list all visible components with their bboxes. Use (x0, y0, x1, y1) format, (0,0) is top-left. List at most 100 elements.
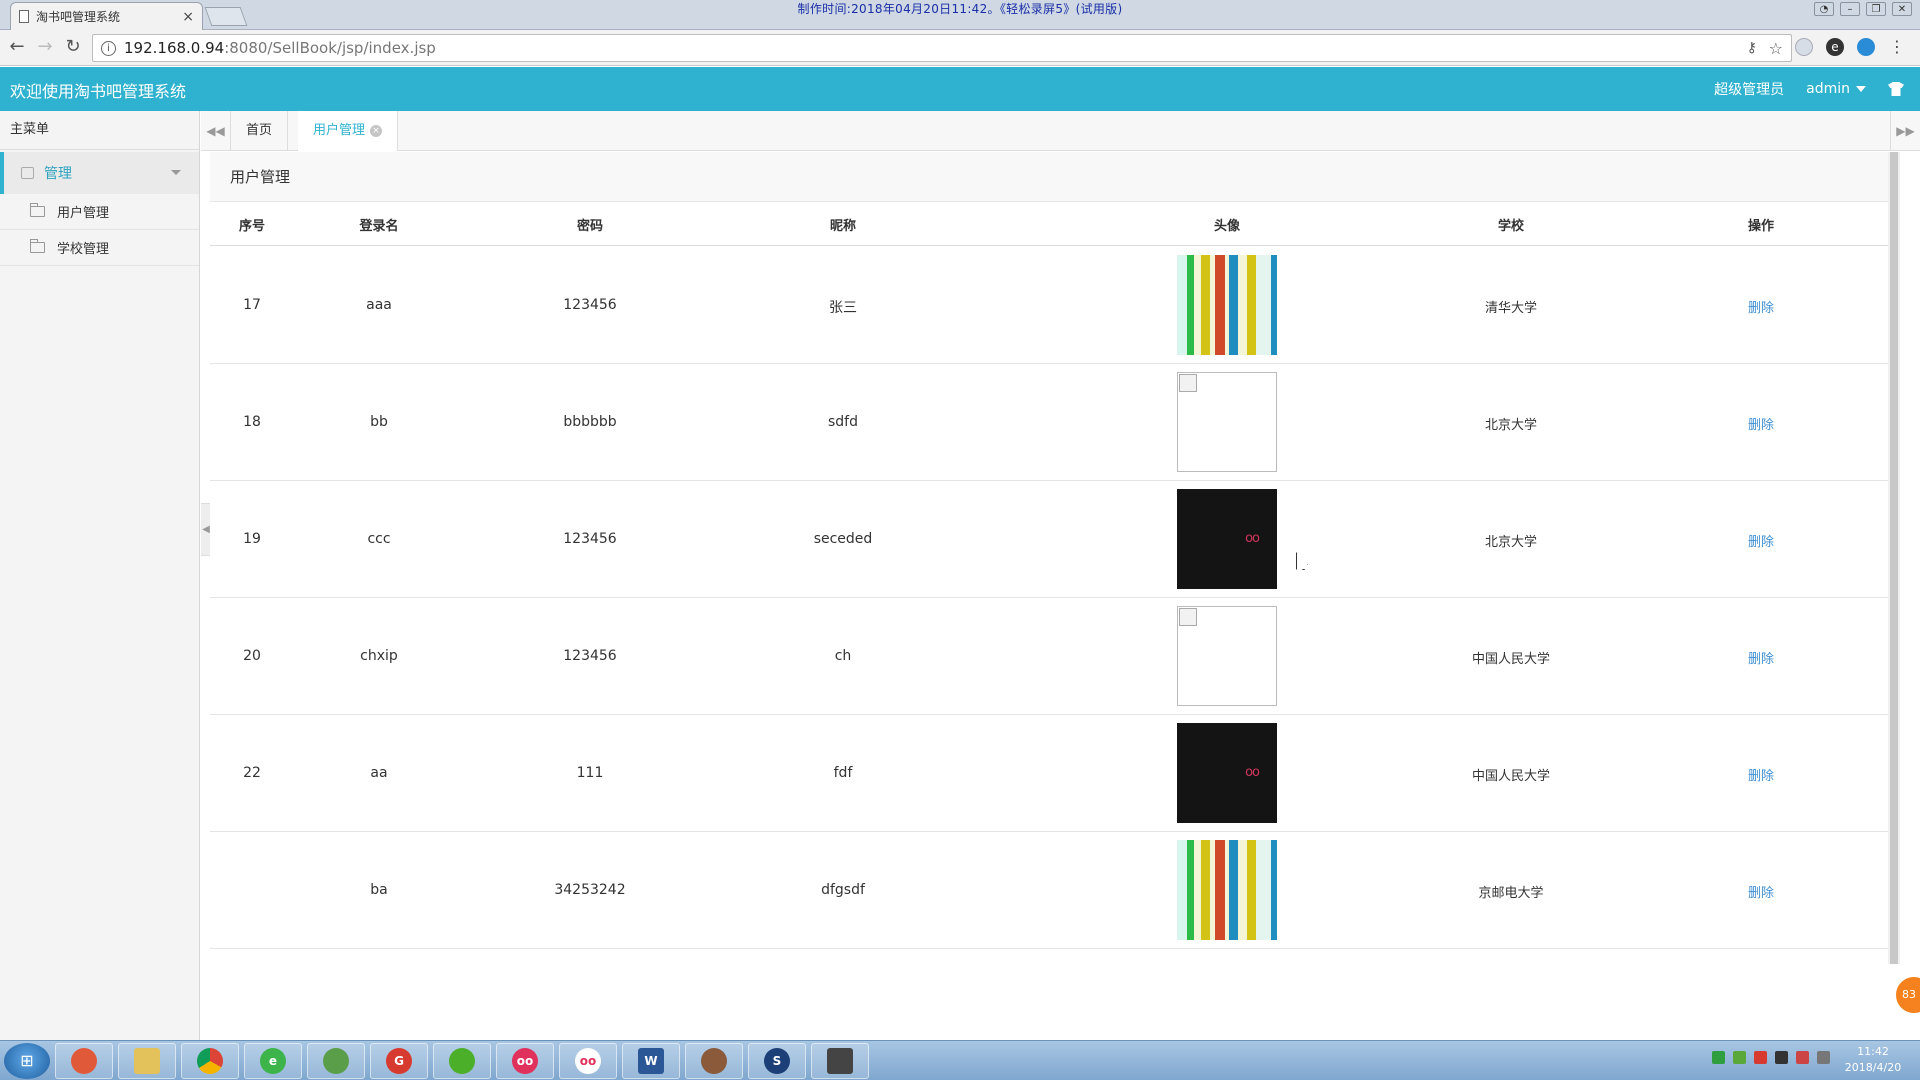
taskbar-word[interactable]: W (622, 1043, 680, 1079)
recording-watermark: 制作时间:2018年04月20日11:42。《轻松录屏5》(试用版) (797, 2, 1123, 16)
column-header-avatar[interactable]: 头像 (970, 215, 1484, 234)
reload-icon[interactable]: ↻ (62, 36, 84, 58)
role-label: 超级管理员 (1714, 82, 1785, 98)
window-controls: ◔ – ❐ ✕ (1814, 2, 1912, 16)
app-title: 欢迎使用淘书吧管理系统 (10, 82, 187, 101)
back-icon[interactable]: ← (6, 36, 28, 58)
minimize-icon[interactable]: – (1840, 2, 1860, 16)
delete-link[interactable]: 删除 (1714, 882, 1808, 901)
folder-icon (30, 203, 45, 217)
user-profile-icon[interactable]: ◔ (1814, 2, 1834, 16)
vertical-scrollbar[interactable] (1888, 152, 1900, 964)
delete-link[interactable]: 删除 (1714, 765, 1808, 784)
panel-title: 用户管理 (210, 152, 1900, 202)
browser-toolbar: ← → ↻ i 192.168.0.94:8080/SellBook/jsp/i… (0, 30, 1920, 66)
delete-link[interactable]: 删除 (1714, 531, 1808, 550)
taskbar-recorder[interactable]: oo (496, 1043, 554, 1079)
scrollbar-thumb[interactable] (1890, 152, 1898, 964)
column-header-nickname[interactable]: 昵称 (716, 215, 970, 234)
cell-id: 19 (243, 531, 261, 547)
column-header-login[interactable]: 登录名 (294, 215, 464, 234)
key-icon[interactable]: ⚷ (1747, 40, 1757, 56)
sidebar-heading: 主菜单 (0, 111, 199, 150)
browser-tabstrip: 淘书吧管理系统 × 制作时间:2018年04月20日11:42。《轻松录屏5》(… (0, 0, 1920, 30)
address-bar[interactable]: i 192.168.0.94:8080/SellBook/jsp/index.j… (92, 34, 1792, 62)
chevron-down-icon (1856, 86, 1866, 92)
clock-date: 2018/4/20 (1844, 1061, 1902, 1074)
cell-nickname: ch (834, 648, 852, 664)
taskbar-explorer[interactable] (118, 1043, 176, 1079)
forward-icon[interactable]: → (34, 36, 56, 58)
tab-home[interactable]: 首页 (231, 111, 289, 151)
extension-e-icon[interactable]: e (1826, 38, 1844, 56)
avatar-image (1177, 255, 1277, 355)
sidebar-group-manage[interactable]: 管理 (0, 152, 199, 194)
theme-shirt-icon[interactable] (1888, 82, 1904, 96)
tray-network-icon[interactable] (1712, 1051, 1725, 1064)
column-header-password[interactable]: 密码 (464, 215, 716, 234)
cell-login: aa (370, 765, 388, 781)
cell-password: 123456 (563, 648, 617, 664)
cell-login: ccc (367, 531, 391, 547)
tray-foxit-icon[interactable] (1754, 1051, 1767, 1064)
tray-display-icon[interactable] (1817, 1051, 1830, 1064)
cell-school: 京邮电大学 (1478, 886, 1544, 901)
delete-link[interactable]: 删除 (1714, 297, 1808, 316)
avatar-image (1177, 840, 1277, 940)
taskbar-chrome[interactable] (181, 1043, 239, 1079)
cell-id: 17 (243, 297, 261, 313)
avatar-logo-text: oo (1245, 765, 1260, 780)
cell-nickname: sdfd (828, 414, 858, 430)
taskbar-leaf-app[interactable] (433, 1043, 491, 1079)
sidebar-item-school-management[interactable]: 学校管理 (0, 230, 199, 266)
table-header: 序号 登录名 密码 昵称 头像 学校 操作 (210, 202, 1900, 246)
delete-link[interactable]: 删除 (1714, 414, 1808, 433)
taskbar-foxit[interactable]: G (370, 1043, 428, 1079)
cell-nickname: seceded (813, 531, 873, 547)
taskbar-oo-app[interactable]: oo (559, 1043, 617, 1079)
content-panel: 用户管理 序号 登录名 密码 昵称 头像 学校 操作 17 aaa 123456 张三… (210, 152, 1900, 1040)
close-tab-icon[interactable]: × (370, 124, 383, 137)
tabs-scroll-right-icon[interactable]: ▶▶ (1890, 111, 1920, 151)
cell-password: 34253242 (554, 882, 626, 898)
close-window-icon[interactable]: ✕ (1892, 2, 1912, 16)
page-tabs-bar: ◀◀ 首页 用户管理 × ▶▶ (201, 111, 1920, 151)
tray-volume-icon[interactable] (1796, 1051, 1809, 1064)
globe-extension-icon[interactable] (1857, 38, 1875, 56)
taskbar-android-studio[interactable] (307, 1043, 365, 1079)
cell-nickname: dfgsdf (821, 882, 865, 898)
info-icon[interactable]: i (101, 40, 116, 56)
taskbar-presentation-app[interactable] (811, 1043, 869, 1079)
bookmark-star-icon[interactable]: ☆ (1769, 39, 1783, 58)
taskbar-photos-app[interactable] (55, 1043, 113, 1079)
tab-label: 用户管理 (313, 123, 366, 138)
tabs-scroll-left-icon[interactable]: ◀◀ (201, 111, 231, 151)
restore-icon[interactable]: ❐ (1866, 2, 1886, 16)
cell-id: 22 (243, 765, 261, 781)
column-header-action[interactable]: 操作 (1734, 215, 1788, 234)
cell-password: bbbbbb (563, 414, 617, 430)
taskbar-clock[interactable]: 11:42 2018/4/20 (1836, 1044, 1910, 1076)
taskbar-avatar-app[interactable] (685, 1043, 743, 1079)
column-header-id[interactable]: 序号 (210, 215, 294, 234)
taskbar-s-app[interactable]: S (748, 1043, 806, 1079)
cell-school: 中国人民大学 (1471, 652, 1550, 667)
avatar-image (1177, 606, 1277, 706)
sidebar-item-user-management[interactable]: 用户管理 (0, 194, 199, 230)
cell-nickname: fdf (833, 765, 853, 781)
user-menu[interactable]: admin (1806, 81, 1866, 97)
username: admin (1806, 81, 1850, 97)
tray-qq-icon[interactable] (1775, 1051, 1788, 1064)
start-button[interactable]: ⊞ (4, 1043, 50, 1079)
tray-app-icon[interactable] (1733, 1051, 1746, 1064)
tab-user-management[interactable]: 用户管理 × (298, 111, 399, 151)
clock-time: 11:42 (1857, 1045, 1889, 1058)
cell-password: 111 (576, 765, 604, 781)
shield-extension-icon[interactable] (1795, 38, 1813, 56)
cell-login: chxip (360, 648, 398, 664)
taskbar-green-browser[interactable]: e (244, 1043, 302, 1079)
browser-menu-icon[interactable]: ⋮ (1888, 38, 1906, 56)
delete-link[interactable]: 删除 (1714, 648, 1808, 667)
cell-nickname: 张三 (829, 300, 857, 316)
column-header-school[interactable]: 学校 (1484, 215, 1538, 234)
